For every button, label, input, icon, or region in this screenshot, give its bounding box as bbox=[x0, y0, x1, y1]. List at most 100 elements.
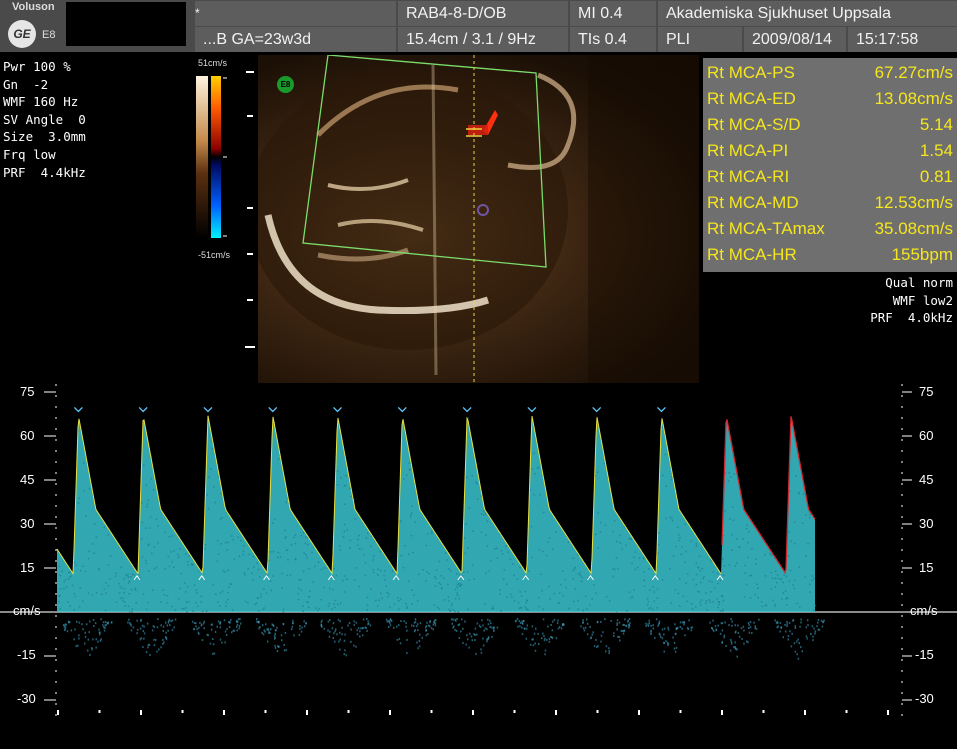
spectrum-speckle bbox=[186, 611, 188, 613]
reverse-flow-speckle bbox=[333, 622, 335, 624]
spectrum-speckle bbox=[786, 604, 788, 606]
reverse-flow-speckle bbox=[426, 622, 428, 624]
spectrum-speckle bbox=[464, 537, 466, 539]
reverse-flow-speckle bbox=[275, 633, 277, 635]
reverse-flow-speckle bbox=[526, 638, 528, 640]
spectrum-speckle bbox=[797, 603, 799, 605]
spectrum-speckle bbox=[337, 604, 339, 606]
reverse-flow-speckle bbox=[493, 626, 495, 628]
spectrum-speckle bbox=[798, 493, 800, 495]
spectrum-speckle bbox=[354, 579, 356, 581]
spectrum-speckle bbox=[405, 603, 407, 605]
reverse-flow-speckle bbox=[799, 626, 801, 628]
reverse-flow-speckle bbox=[660, 636, 662, 638]
reverse-flow-speckle bbox=[786, 623, 788, 625]
reverse-flow-speckle bbox=[748, 622, 750, 624]
spectrum-speckle bbox=[88, 558, 90, 560]
reverse-flow-speckle bbox=[198, 633, 200, 635]
reverse-flow-speckle bbox=[284, 649, 286, 651]
spectrum-speckle bbox=[76, 564, 78, 566]
spectrum-speckle bbox=[132, 609, 134, 611]
spectrum-speckle bbox=[600, 531, 602, 533]
reverse-flow-speckle bbox=[221, 642, 223, 644]
spectrum-speckle bbox=[736, 538, 738, 540]
reverse-flow-speckle bbox=[520, 622, 522, 624]
tick-label-right: 15 bbox=[919, 560, 933, 575]
reverse-flow-speckle bbox=[274, 645, 276, 647]
reverse-flow-speckle bbox=[783, 636, 785, 638]
spectrum-speckle bbox=[686, 601, 688, 603]
spectrum-speckle bbox=[483, 510, 485, 512]
tick-label-right: 75 bbox=[919, 384, 933, 399]
spectrum-speckle bbox=[697, 591, 699, 593]
spectrum-speckle bbox=[213, 486, 215, 488]
spectrum-speckle bbox=[777, 578, 779, 580]
spectrum-speckle bbox=[631, 563, 633, 565]
spectrum-speckle bbox=[406, 606, 408, 608]
spectrum-speckle bbox=[673, 555, 675, 557]
reverse-flow-speckle bbox=[720, 633, 722, 635]
spectrum-speckle bbox=[237, 537, 239, 539]
reverse-flow-speckle bbox=[136, 620, 138, 622]
spectrum-speckle bbox=[367, 605, 369, 607]
spectrum-speckle bbox=[773, 600, 775, 602]
spectrum-speckle bbox=[180, 548, 182, 550]
spectrum-speckle bbox=[657, 607, 659, 609]
reverse-flow-speckle bbox=[417, 629, 419, 631]
reverse-flow-speckle bbox=[461, 619, 463, 621]
spectrum-speckle bbox=[280, 556, 282, 558]
reverse-flow-speckle bbox=[487, 619, 489, 621]
spectrum-speckle bbox=[565, 587, 567, 589]
reverse-flow-speckle bbox=[419, 640, 421, 642]
spectrum-speckle bbox=[454, 611, 456, 613]
spectrum-speckle bbox=[384, 570, 386, 572]
spectrum-speckle bbox=[449, 609, 451, 611]
spectrum-speckle bbox=[628, 538, 630, 540]
reverse-flow-speckle bbox=[554, 619, 556, 621]
spectrum-speckle bbox=[350, 496, 352, 498]
reverse-flow-speckle bbox=[425, 629, 427, 631]
spectrum-speckle bbox=[61, 570, 63, 572]
spectrum-speckle bbox=[110, 555, 112, 557]
reverse-flow-speckle bbox=[485, 628, 487, 630]
spectrum-speckle bbox=[340, 477, 342, 479]
spectrum-speckle bbox=[191, 563, 193, 565]
reverse-flow-speckle bbox=[192, 621, 194, 623]
spectrum-speckle bbox=[308, 568, 310, 570]
spectrum-speckle bbox=[337, 484, 339, 486]
spectrum-speckle bbox=[178, 557, 180, 559]
spectrum-speckle bbox=[440, 584, 442, 586]
reverse-flow-speckle bbox=[535, 650, 537, 652]
spectrum-speckle bbox=[485, 573, 487, 575]
spectrum-speckle bbox=[790, 541, 792, 543]
spectrum-speckle bbox=[214, 502, 216, 504]
spectrum-speckle bbox=[392, 570, 394, 572]
reverse-flow-speckle bbox=[104, 624, 106, 626]
spectrum-speckle bbox=[802, 523, 804, 525]
spectrum-speckle bbox=[397, 597, 399, 599]
spectrum-speckle bbox=[422, 569, 424, 571]
spectrum-speckle bbox=[534, 473, 536, 475]
spectrum-speckle bbox=[484, 604, 486, 606]
spectrum-speckle bbox=[657, 553, 659, 555]
reverse-flow-speckle bbox=[256, 621, 258, 623]
reverse-flow-speckle bbox=[482, 625, 484, 627]
spectrum-speckle bbox=[164, 532, 166, 534]
reverse-flow-speckle bbox=[523, 620, 525, 622]
reverse-flow-speckle bbox=[390, 624, 392, 626]
spectrum-speckle bbox=[506, 596, 508, 598]
time-tick bbox=[555, 710, 557, 715]
spectrum-speckle bbox=[231, 535, 233, 537]
reverse-flow-speckle bbox=[709, 622, 711, 624]
spectrum-speckle bbox=[658, 544, 660, 546]
reverse-flow-speckle bbox=[806, 626, 808, 628]
spectrum-speckle bbox=[538, 597, 540, 599]
spectrum-speckle bbox=[489, 570, 491, 572]
reverse-flow-speckle bbox=[299, 628, 301, 630]
reverse-flow-speckle bbox=[821, 620, 823, 622]
spectrum-speckle bbox=[305, 536, 307, 538]
reverse-flow-speckle bbox=[724, 622, 726, 624]
spectrum-speckle bbox=[306, 557, 308, 559]
reverse-flow-speckle bbox=[133, 626, 135, 628]
reverse-flow-speckle bbox=[652, 624, 654, 626]
